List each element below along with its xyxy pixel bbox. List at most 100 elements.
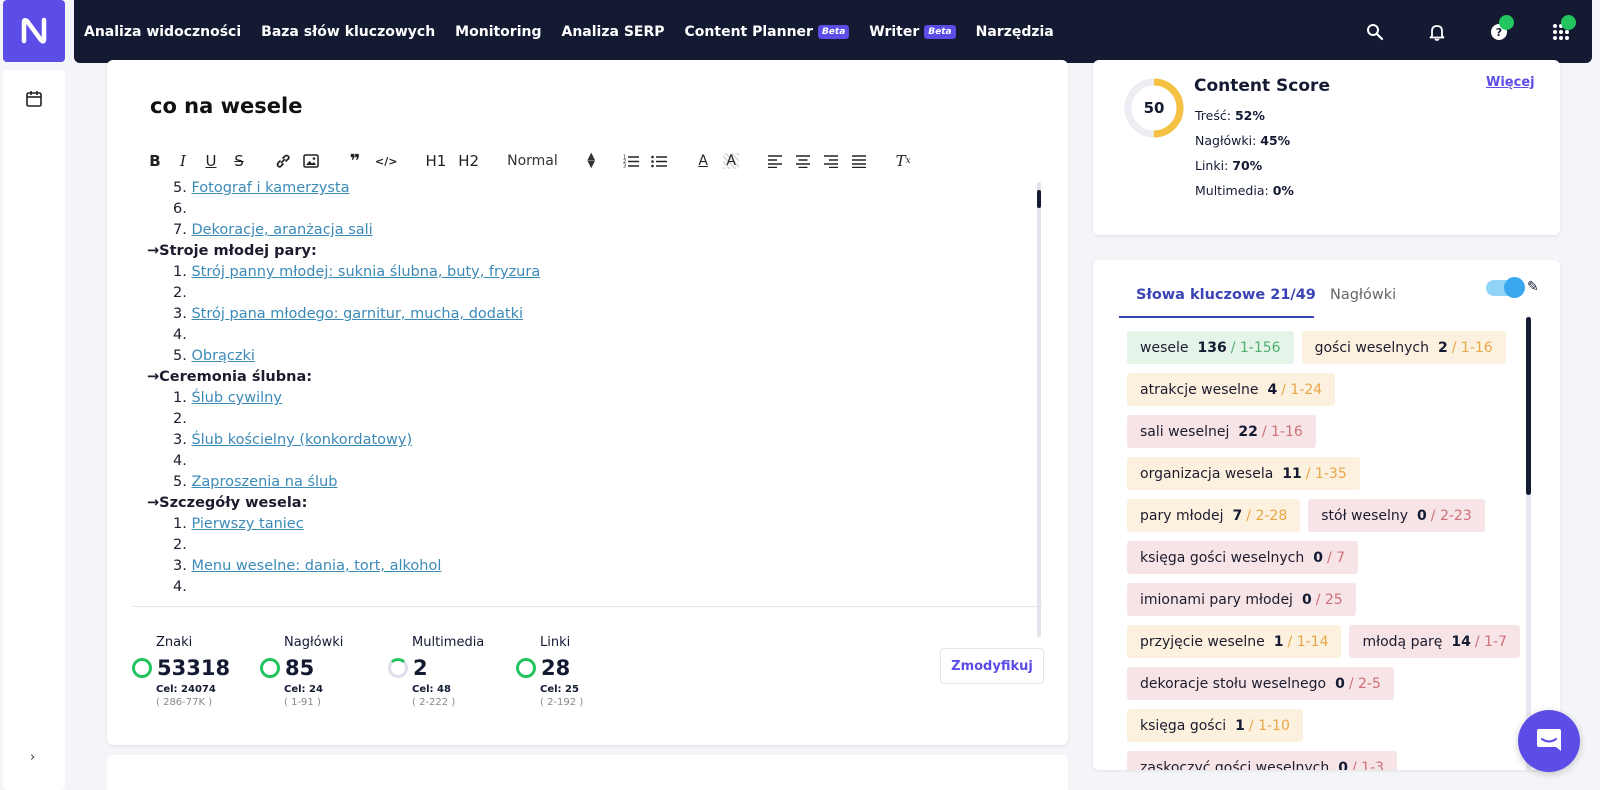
list-number: 5. <box>173 180 187 196</box>
keyword-row: wesele 136/ 1-156 gości weselnych 2/ 1-16 <box>1127 331 1527 364</box>
help-icon[interactable]: ? <box>1468 14 1530 41</box>
keyword-row: zaskoczyć gości weselnych 0 / 1-3 <box>1127 751 1527 770</box>
list-link[interactable]: Obrączki <box>191 348 254 364</box>
calendar-icon[interactable] <box>25 90 43 108</box>
bold-icon[interactable]: B <box>147 152 163 170</box>
keyword-chip[interactable]: gości weselnych 2/ 1-16 <box>1301 331 1506 364</box>
keywords-scrollbar-thumb[interactable] <box>1526 317 1531 495</box>
list-link[interactable]: Ślub cywilny <box>191 390 281 406</box>
keyword-text: księga gości <box>1140 717 1227 734</box>
keyword-chip[interactable]: organizacja wesela 11/ 1-35 <box>1127 457 1360 490</box>
keyword-range: / 1-7 <box>1474 633 1507 650</box>
italic-icon[interactable]: I <box>175 152 191 170</box>
keyword-text: gości weselnych <box>1314 339 1429 356</box>
keyword-chip[interactable]: przyjęcie weselne 1/ 1-14 <box>1127 625 1342 658</box>
keyword-chip[interactable]: młodą parę 14/ 1-7 <box>1349 625 1520 658</box>
list-link[interactable]: Zaproszenia na ślub <box>191 474 337 490</box>
list-number: 2. <box>173 285 187 301</box>
keyword-count: 1 <box>1235 717 1245 734</box>
align-left-icon[interactable] <box>767 154 783 168</box>
image-icon[interactable] <box>303 154 319 168</box>
blockquote-icon[interactable]: ❞ <box>347 151 363 172</box>
keyword-row: sali weselnej 22/ 1-16 <box>1127 415 1527 448</box>
stat-target: Cel: 24 <box>284 684 323 695</box>
list-item: 1. Strój panny młodej: suknia ślubna, bu… <box>147 262 1017 283</box>
ordered-list-icon[interactable]: 123 <box>623 154 640 168</box>
tab-headings[interactable]: Nagłówki <box>1330 287 1396 303</box>
keyword-chip[interactable]: sali weselnej 22/ 1-16 <box>1127 415 1316 448</box>
link-icon[interactable] <box>275 153 291 169</box>
keywords-toggle[interactable] <box>1486 277 1525 298</box>
editor-scrollbar-track[interactable] <box>1037 182 1041 637</box>
list-link[interactable]: Menu weselne: dania, tort, alkohol <box>191 558 441 574</box>
keyword-range: / 1-10 <box>1248 717 1290 734</box>
heading-2-icon[interactable]: H2 <box>458 152 479 170</box>
pen-icon[interactable]: ✎ <box>1527 279 1539 295</box>
list-link[interactable]: Strój pana młodego: garnitur, mucha, dod… <box>191 306 523 322</box>
list-link[interactable]: Fotograf i kamerzysta <box>191 180 349 196</box>
list-link[interactable]: Ślub kościelny (konkordatowy) <box>191 432 412 448</box>
keyword-chip[interactable]: stół weselny 0/ 2-23 <box>1308 499 1485 532</box>
editor-scrollbar-thumb[interactable] <box>1037 190 1041 208</box>
apps-grid-icon[interactable] <box>1530 14 1592 41</box>
nav-item[interactable]: Content Planner Beta <box>685 24 850 40</box>
list-link[interactable]: Strój panny młodej: suknia ślubna, buty,… <box>191 264 540 280</box>
strikethrough-icon[interactable]: S <box>231 152 247 170</box>
code-icon[interactable]: </> <box>375 155 397 168</box>
keyword-chip[interactable]: atrakcje weselne 4/ 1-24 <box>1127 373 1336 406</box>
bell-icon[interactable] <box>1406 23 1468 41</box>
stat-1: Znaki 53318 Cel: 24074 ( 286-77K ) <box>132 635 252 708</box>
align-center-icon[interactable] <box>795 154 811 168</box>
keyword-chip[interactable]: wesele 136/ 1-156 <box>1127 331 1294 364</box>
stat-range: ( 2-192 ) <box>540 697 584 708</box>
heading-1-icon[interactable]: H1 <box>425 152 446 170</box>
editor-content[interactable]: 5. Fotograf i kamerzysta 6. 7. Dekoracje,… <box>147 178 1017 636</box>
nav-item[interactable]: Monitoring <box>455 24 541 40</box>
app-logo[interactable] <box>3 0 65 62</box>
modify-button[interactable]: Zmodyfikuj <box>940 648 1044 684</box>
tab-keywords[interactable]: Słowa kluczowe 21/49 <box>1136 287 1316 303</box>
heading-line: →Ceremonia ślubna: <box>147 367 1017 388</box>
list-number: 4. <box>173 327 187 343</box>
format-select[interactable]: Normal ▲ ▼ <box>507 152 595 170</box>
nav-item[interactable]: Baza słów kluczowych <box>261 24 435 40</box>
keyword-chip[interactable]: księga gości 1/ 1-10 <box>1127 709 1303 742</box>
list-link[interactable]: Pierwszy taniec <box>191 516 303 532</box>
keyword-count: 11 <box>1282 465 1302 482</box>
underline-icon[interactable]: U <box>203 152 219 170</box>
nav-item[interactable]: Writer Beta <box>869 24 956 40</box>
stat-label: Nagłówki <box>284 635 344 650</box>
list-item: 2. <box>147 283 1017 304</box>
list-number: 6. <box>173 201 187 217</box>
progress-ring-icon <box>132 658 152 678</box>
chevron-right-icon[interactable]: › <box>30 750 35 765</box>
align-right-icon[interactable] <box>823 154 839 168</box>
nav-item[interactable]: Analiza SERP <box>562 24 665 40</box>
align-justify-icon[interactable] <box>851 154 867 168</box>
keyword-chip[interactable]: księga gości weselnych 0/ 7 <box>1127 541 1359 574</box>
score-row-value: 70% <box>1232 158 1263 173</box>
list-number: 5. <box>173 474 187 490</box>
chat-button[interactable] <box>1518 710 1580 772</box>
nav-item[interactable]: Narzędzia <box>976 24 1054 40</box>
nav-item[interactable]: Analiza widoczności <box>84 24 241 40</box>
stat-number: 28 <box>541 656 571 680</box>
list-number: 7. <box>173 222 187 238</box>
background-color-icon[interactable]: A <box>723 153 740 169</box>
search-icon[interactable] <box>1344 23 1406 41</box>
list-item: 7. Dekoracje, aranżacja sali <box>147 220 1017 241</box>
clear-format-icon[interactable]: Tx <box>895 152 911 170</box>
text-color-icon[interactable]: A <box>695 153 711 169</box>
bullet-list-icon[interactable] <box>651 154 668 168</box>
keyword-count: 0 <box>1301 591 1312 608</box>
list-link[interactable]: Dekoracje, aranżacja sali <box>191 222 372 238</box>
keyword-chip[interactable]: imionami pary młodej 0/ 25 <box>1127 583 1356 616</box>
list-number: 1. <box>173 516 187 532</box>
score-row-value: 52% <box>1234 108 1265 123</box>
nav-items: Analiza widoczności Baza słów kluczowych M… <box>74 0 1074 63</box>
document-title[interactable]: co na wesele <box>150 94 302 118</box>
more-link[interactable]: Więcej <box>1486 75 1535 90</box>
keyword-chip[interactable]: zaskoczyć gości weselnych 0 / 1-3 <box>1127 751 1398 770</box>
keyword-chip[interactable]: pary młodej 7/ 2-28 <box>1127 499 1301 532</box>
keyword-chip[interactable]: dekoracje stołu weselnego 0/ 2-5 <box>1127 667 1394 700</box>
